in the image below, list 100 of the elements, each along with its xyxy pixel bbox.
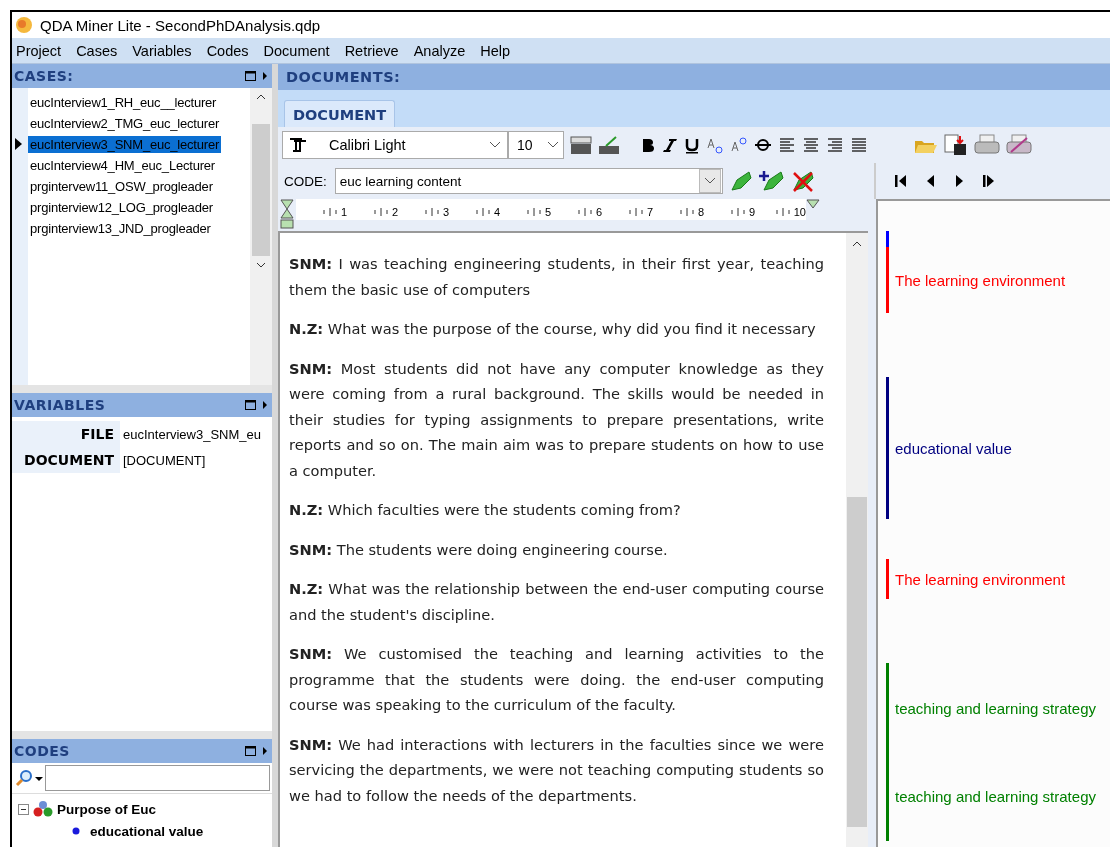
variable-name: DOCUMENT [12, 447, 120, 473]
ruler-number: 6 [595, 206, 602, 218]
code-group[interactable]: Purpose of Euc [57, 801, 156, 817]
document-tab[interactable]: DOCUMENT [284, 100, 396, 127]
panel-title: DOCUMENTS: [285, 69, 401, 85]
transcript-paragraph: N.Z: What was the relationship between the end-user computing course and the student's discipline. [289, 579, 824, 625]
menu-item[interactable]: Retrieve [344, 42, 399, 59]
menu-item[interactable]: Codes [206, 42, 249, 59]
scroll-down-icon[interactable] [256, 262, 266, 268]
code-tag[interactable]: teaching and learning strategy [895, 699, 1096, 717]
align-center-icon[interactable] [802, 136, 820, 154]
menu-item[interactable]: Analyze [413, 42, 466, 59]
transcript-paragraph: SNM: We had interactions with lecturers in the faculties since we were servicing the departments, we were not teaching computing students so we had to follow the needs of the departments. [289, 734, 824, 806]
first-icon[interactable] [894, 173, 908, 189]
code-item[interactable]: educational value [90, 823, 204, 839]
print-preview-icon[interactable] [1006, 134, 1032, 156]
ruler-ticks [423, 208, 440, 216]
right-margin-marker-icon[interactable] [806, 199, 820, 209]
chevron-down-icon [703, 177, 716, 185]
code-add-icon[interactable] [758, 170, 785, 192]
align-right-icon[interactable] [826, 136, 844, 154]
underline-icon[interactable] [684, 136, 700, 154]
ruler-number: 2 [391, 206, 398, 218]
ruler-number: 8 [697, 206, 704, 218]
transcript-paragraph: N.Z: What was the purpose of the course, why did you find it necessary [289, 319, 817, 339]
menu-item[interactable]: Cases [76, 42, 118, 59]
italic-icon[interactable] [662, 136, 678, 154]
variable-value[interactable]: eucInterview3_SNM_eu [120, 426, 262, 442]
panel-title: CASES: [14, 68, 74, 84]
collapse-icon[interactable] [18, 803, 29, 815]
chevron-down-icon [489, 141, 501, 149]
panel-title: VARIABLES [14, 397, 106, 413]
case-item[interactable]: prgintervew11_OSW_progleader [28, 178, 215, 195]
ruler-ticks [627, 208, 644, 216]
transcript-paragraph: SNM: Most students did not have any computer knowledge as they were coming from a rural background. The skills would be needed in their studies for typing assignments to prepare presentations, write reports and so on. The main aim was to prepare students on how to use a computer. [289, 358, 824, 481]
menu-item[interactable]: Variables [132, 42, 192, 59]
ruler-number: 10 [793, 206, 806, 218]
arrow-right-icon[interactable] [262, 400, 268, 410]
code-tag[interactable]: educational value [895, 439, 1012, 457]
case-item[interactable]: prginterview13_JND_progleader [28, 220, 213, 237]
code-remove-icon[interactable] [790, 170, 815, 192]
menu-item[interactable]: Document [263, 42, 330, 59]
code-tag[interactable]: teaching and learning strategy [895, 787, 1096, 805]
case-item[interactable]: prginterview12_LOG_progleader [28, 199, 215, 216]
ruler-ticks [372, 208, 389, 216]
ruler-ticks [678, 208, 695, 216]
ruler-ticks [729, 208, 746, 216]
printer-icon[interactable] [974, 134, 1000, 156]
arrow-right-icon[interactable] [262, 71, 268, 81]
code-tag[interactable]: The learning environment [895, 271, 1066, 289]
scroll-up-icon[interactable] [256, 94, 266, 100]
ruler[interactable]: 1 2 3 4 5 6 7 8 9 10 [278, 199, 868, 233]
save-document-icon[interactable] [944, 134, 968, 156]
font-size-dropdown[interactable]: 10 [508, 131, 564, 159]
case-item[interactable]: eucInterview2_TMG_euc_lecturer [28, 115, 222, 132]
ruler-number: 5 [544, 206, 551, 218]
justify-icon[interactable] [850, 136, 868, 154]
scroll-up-icon[interactable] [852, 241, 862, 247]
strikethrough-icon[interactable] [754, 136, 772, 154]
arrow-right-icon[interactable] [262, 746, 268, 756]
ruler-number: 7 [646, 206, 653, 218]
indent-marker-icon[interactable] [280, 199, 294, 229]
variable-value[interactable]: [DOCUMENT] [120, 452, 206, 468]
scrollbar[interactable] [846, 233, 868, 847]
scroll-thumb[interactable] [252, 124, 270, 256]
align-left-icon[interactable] [778, 136, 796, 154]
font-icon [289, 137, 307, 153]
previous-icon[interactable] [926, 173, 936, 189]
pointer-icon [15, 138, 22, 150]
last-icon[interactable] [982, 173, 996, 189]
transcript-paragraph: SNM: I was teaching engineering students, in their first year, teaching them the basic use of computers [289, 254, 824, 300]
next-icon[interactable] [954, 173, 964, 189]
scrollbar[interactable] [250, 88, 272, 385]
transcript-paragraph: SNM: The students were doing engineering course. [289, 539, 669, 560]
transcript-paragraph: N.Z: Which faculties were the students coming from? [289, 500, 682, 520]
code-apply-icon[interactable] [728, 170, 753, 192]
case-item[interactable]: eucInterview1_RH_euc__lecturer [28, 94, 219, 111]
ruler-ticks [474, 208, 491, 216]
case-item[interactable]: eucInterview4_HM_euc_Lecturer [28, 157, 217, 174]
case-item[interactable]: eucInterview3_SNM_euc_lecturer [28, 136, 222, 153]
maximize-icon[interactable] [245, 400, 256, 410]
search-icon[interactable] [14, 769, 44, 787]
ruler-ticks [525, 208, 542, 216]
bold-icon[interactable] [640, 136, 656, 154]
font-dropdown[interactable]: Calibri Light [282, 131, 508, 159]
code-tag[interactable]: The learning environment [895, 570, 1066, 588]
variable-name: FILE [12, 421, 120, 447]
maximize-icon[interactable] [245, 746, 256, 756]
superscript-icon[interactable] [730, 136, 748, 154]
ruler-number: 1 [340, 206, 347, 218]
chevron-down-icon [547, 141, 559, 149]
maximize-icon[interactable] [245, 71, 256, 81]
scroll-thumb[interactable] [847, 497, 867, 827]
code-dropdown[interactable]: euc learning content [334, 168, 723, 194]
menu-item[interactable]: Help [480, 42, 511, 59]
menu-item[interactable]: Project [16, 42, 62, 59]
transcript-paragraph: SNM: We customised the teaching and learning activities to the programme that the students were doing. the end-user computing course was speaking to the curriculum of the faculty. [289, 644, 824, 715]
code-dot-icon [72, 827, 80, 835]
subscript-icon[interactable] [706, 136, 724, 154]
search-field[interactable] [45, 765, 270, 791]
